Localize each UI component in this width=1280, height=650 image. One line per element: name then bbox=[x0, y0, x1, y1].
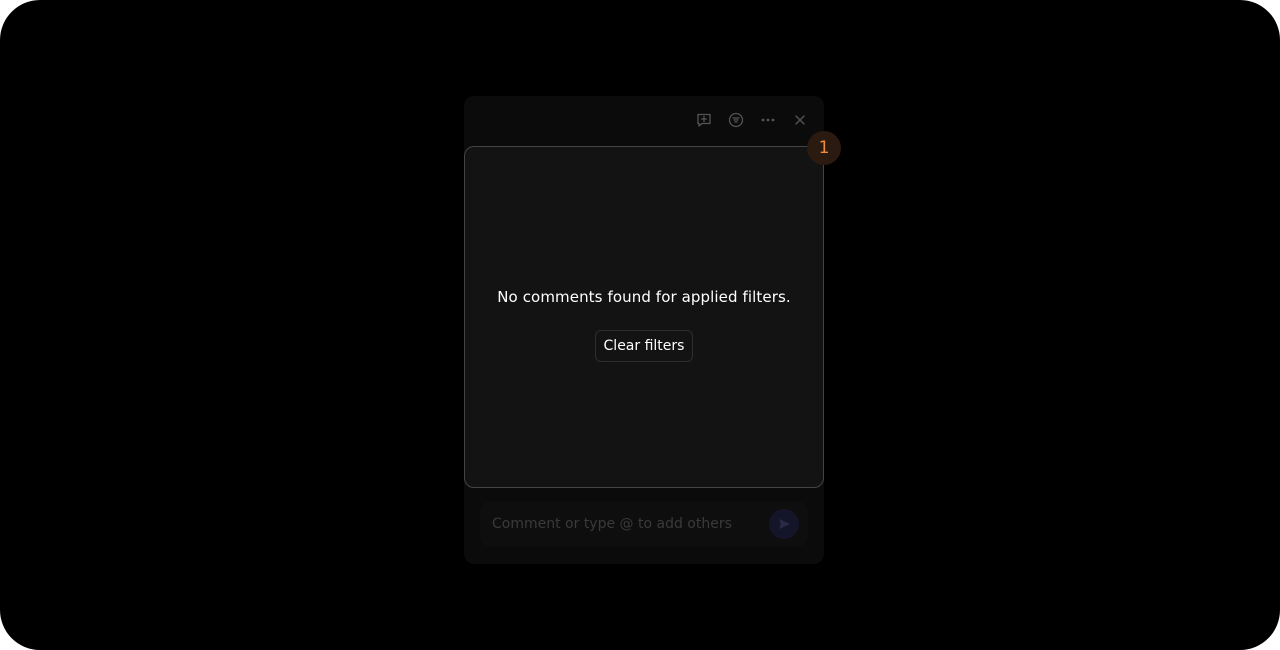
empty-state-message: No comments found for applied filters. bbox=[497, 288, 791, 306]
close-icon bbox=[795, 115, 805, 125]
panel-toolbar bbox=[688, 104, 816, 136]
comment-input[interactable] bbox=[492, 510, 752, 538]
more-options-button[interactable] bbox=[752, 104, 784, 136]
add-comment-button[interactable] bbox=[688, 104, 720, 136]
send-icon bbox=[779, 519, 790, 529]
close-button[interactable] bbox=[784, 104, 816, 136]
send-button[interactable] bbox=[769, 509, 799, 539]
empty-state-card: No comments found for applied filters. C… bbox=[464, 146, 824, 488]
add-comment-icon bbox=[697, 113, 711, 127]
screen-background: No comments found for applied filters. C… bbox=[0, 0, 1280, 650]
filter-icon bbox=[728, 112, 744, 128]
step-badge: 1 bbox=[807, 131, 841, 165]
clear-filters-button[interactable]: Clear filters bbox=[595, 330, 693, 362]
filter-button[interactable] bbox=[720, 104, 752, 136]
more-icon bbox=[761, 118, 775, 122]
comment-composer bbox=[480, 502, 808, 546]
